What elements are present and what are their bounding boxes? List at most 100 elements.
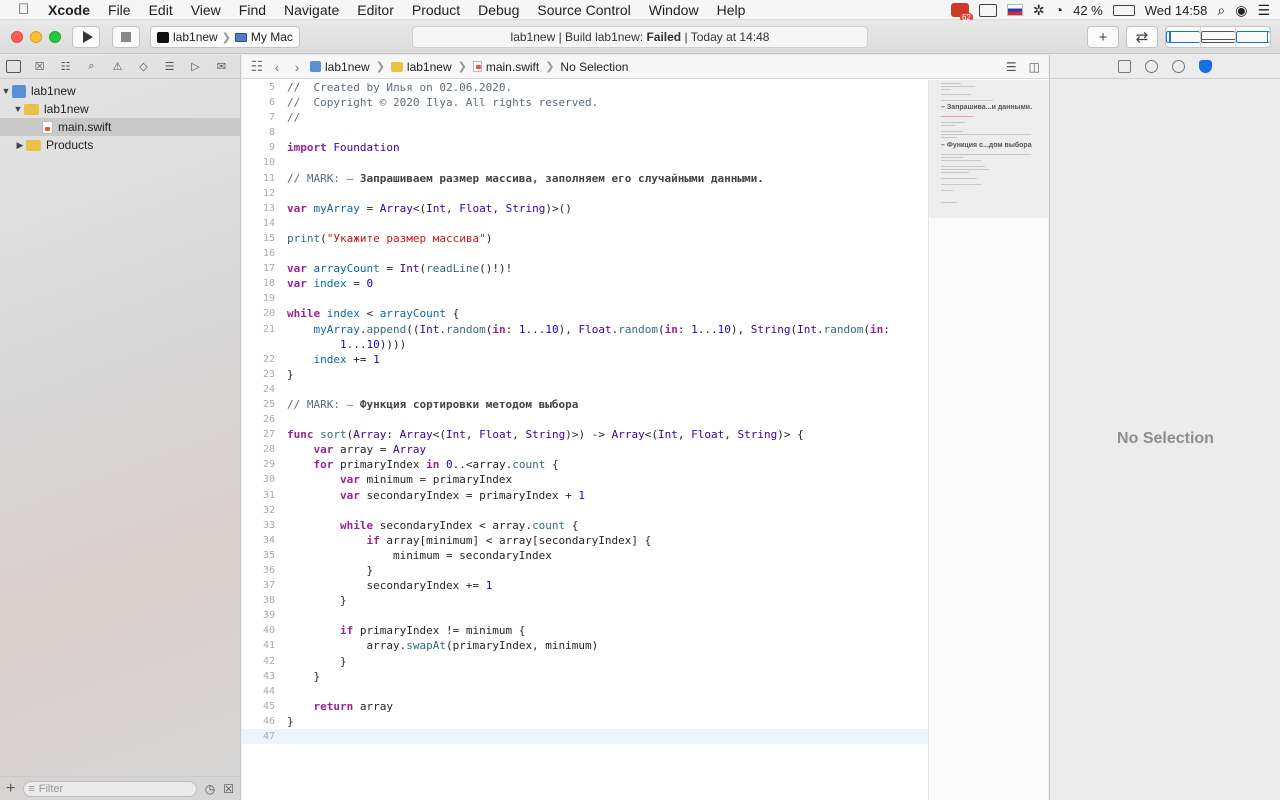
code-line[interactable]: 9 import Foundation	[242, 140, 928, 155]
line-number[interactable]: 45	[242, 699, 275, 714]
back-chevron-icon[interactable]: ‹	[270, 59, 284, 75]
source-control-tab-icon[interactable]: ☒	[32, 60, 47, 73]
code-line[interactable]: 34 if array[minimum] < array[secondaryIn…	[242, 533, 928, 548]
toggle-inspector-button[interactable]	[1236, 27, 1270, 47]
line-number[interactable]: 7	[242, 110, 275, 125]
code-line[interactable]: 17 var arrayCount = Int(readLine()!)!	[242, 261, 928, 276]
code-text[interactable]: var array = Array	[287, 442, 427, 457]
code-line[interactable]: 11 // MARK: — Запрашиваем размер массива,…	[242, 171, 928, 186]
code-line[interactable]: 12	[242, 186, 928, 201]
code-line[interactable]: 23}	[242, 367, 928, 382]
code-text[interactable]: var index = 0	[287, 276, 373, 291]
menu-view[interactable]: View	[191, 2, 221, 18]
code-line[interactable]: 19	[242, 291, 928, 306]
disclosure-triangle-icon[interactable]: ▼	[12, 104, 24, 114]
code-text[interactable]: for primaryIndex in 0..<array.count {	[287, 457, 559, 472]
code-line[interactable]: 40 if primaryIndex != minimum {	[242, 623, 928, 638]
code-text[interactable]: array.swapAt(primaryIndex, minimum)	[287, 638, 598, 653]
code-text[interactable]: // MARK: — Запрашиваем размер массива, з…	[287, 171, 764, 186]
code-line[interactable]: 36 }	[242, 563, 928, 578]
add-editor-split-icon[interactable]: ◫	[1029, 60, 1040, 74]
line-number[interactable]: 9	[242, 140, 275, 155]
code-text[interactable]: }	[287, 367, 294, 382]
code-text[interactable]: if primaryIndex != minimum {	[287, 623, 525, 638]
line-number[interactable]: 27	[242, 427, 275, 442]
code-line[interactable]: 42 }	[242, 654, 928, 669]
line-number[interactable]: 33	[242, 518, 275, 533]
issue-tab-warning-icon[interactable]: ⚠	[110, 60, 125, 73]
code-line[interactable]: 15 print("Укажите размер массива")	[242, 231, 928, 246]
line-number[interactable]: 20	[242, 306, 275, 321]
test-tab-diamond-icon[interactable]: ◇	[136, 60, 151, 73]
code-text[interactable]: }	[287, 593, 347, 608]
line-number[interactable]: 31	[242, 488, 275, 503]
line-number[interactable]: 24	[242, 382, 275, 397]
quick-help-question-icon[interactable]	[1172, 60, 1185, 73]
code-text[interactable]: // Copyright © 2020 Ilya. All rights res…	[287, 95, 598, 110]
code-text[interactable]: return array	[287, 699, 394, 714]
line-number[interactable]: 12	[242, 186, 275, 201]
code-text[interactable]: secondaryIndex += 1	[287, 578, 492, 593]
tree-row-group[interactable]: ▼ lab1new	[0, 100, 240, 118]
line-number[interactable]: 16	[242, 246, 275, 261]
code-line[interactable]: 18 var index = 0	[242, 276, 928, 291]
code-line[interactable]: 22 index += 1	[242, 352, 928, 367]
minimize-window-button[interactable]	[30, 31, 42, 43]
menu-app-name[interactable]: Xcode	[48, 2, 90, 18]
line-number[interactable]: 23	[242, 367, 275, 382]
scheme-selector[interactable]: lab1new ❯ My Mac	[150, 26, 300, 48]
code-line[interactable]: 45 return array	[242, 699, 928, 714]
zoom-window-button[interactable]	[49, 31, 61, 43]
toggle-debug-area-button[interactable]	[1201, 27, 1236, 47]
add-file-plus-icon[interactable]: +	[6, 780, 15, 798]
code-line[interactable]: 38 }	[242, 593, 928, 608]
menu-file[interactable]: File	[108, 2, 131, 18]
project-navigator-tab-folder-icon[interactable]	[6, 60, 21, 73]
library-button[interactable]: +	[1087, 26, 1119, 48]
menu-debug[interactable]: Debug	[478, 2, 519, 18]
breadcrumb-project[interactable]: lab1new	[310, 60, 370, 74]
code-line[interactable]: 7 //	[242, 110, 928, 125]
code-line[interactable]: 32	[242, 503, 928, 518]
line-number[interactable]: 38	[242, 593, 275, 608]
line-number[interactable]: 44	[242, 684, 275, 699]
code-line[interactable]: 16	[242, 246, 928, 261]
code-line[interactable]: 28 var array = Array	[242, 442, 928, 457]
code-text[interactable]: print("Укажите размер массива")	[287, 231, 492, 246]
scm-filter-icon[interactable]: ☒	[223, 782, 234, 796]
debug-tab-icon[interactable]: ☰	[162, 60, 177, 73]
code-line[interactable]: 35 minimum = secondaryIndex	[242, 548, 928, 563]
code-review-button[interactable]: ⇄	[1126, 26, 1158, 48]
code-line[interactable]: 14	[242, 216, 928, 231]
breakpoint-tab-icon[interactable]: ▷	[188, 60, 203, 73]
code-line[interactable]: 33 while secondaryIndex < array.count {	[242, 518, 928, 533]
code-line[interactable]: 39	[242, 608, 928, 623]
toggle-navigator-button[interactable]	[1166, 27, 1201, 47]
line-number[interactable]: 43	[242, 669, 275, 684]
report-tab-icon[interactable]: ✉	[214, 60, 229, 73]
disclosure-triangle-icon[interactable]: ▶	[14, 140, 26, 151]
menu-editor[interactable]: Editor	[357, 2, 394, 18]
code-line[interactable]: 6 // Copyright © 2020 Ilya. All rights re…	[242, 95, 928, 110]
line-number[interactable]: 17	[242, 261, 275, 276]
line-number[interactable]: 25	[242, 397, 275, 412]
line-number[interactable]: 29	[242, 457, 275, 472]
code-text[interactable]: //	[287, 110, 300, 125]
line-number[interactable]: 8	[242, 125, 275, 140]
code-line[interactable]: 20 while index < arrayCount {	[242, 306, 928, 321]
code-line[interactable]: 1...10))))	[242, 337, 928, 352]
battery-icon[interactable]	[1112, 4, 1135, 16]
code-text[interactable]: if array[minimum] < array[secondaryIndex…	[287, 533, 651, 548]
code-line[interactable]: 29 for primaryIndex in 0..<array.count {	[242, 457, 928, 472]
menu-window[interactable]: Window	[649, 2, 699, 18]
find-tab-search-icon[interactable]: ⌕	[84, 60, 99, 73]
code-line[interactable]: 25 // MARK: — Функция сортировки методом …	[242, 397, 928, 412]
line-number[interactable]: 42	[242, 654, 275, 669]
code-line[interactable]: 31 var secondaryIndex = primaryIndex + 1	[242, 488, 928, 503]
menu-source-control[interactable]: Source Control	[537, 2, 630, 18]
menu-find[interactable]: Find	[239, 2, 266, 18]
code-text[interactable]: }	[287, 714, 294, 729]
history-inspector-clock-icon[interactable]	[1145, 60, 1158, 73]
code-text[interactable]: while index < arrayCount {	[287, 306, 459, 321]
code-line[interactable]: 43 }	[242, 669, 928, 684]
